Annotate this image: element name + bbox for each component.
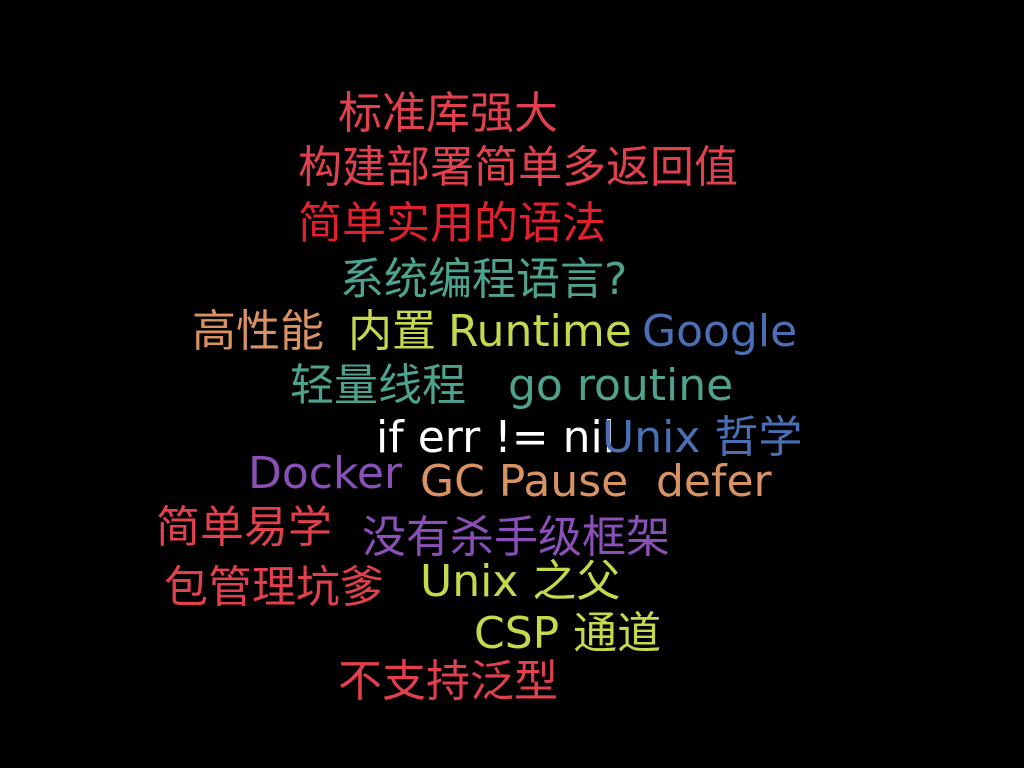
word-pkg-mgmt: 包管理坑爹	[164, 562, 384, 613]
word-simple-syntax: 简单实用的语法	[298, 198, 606, 249]
word-if-err: if err != nil	[376, 412, 615, 463]
word-lightweight: 轻量线程	[290, 360, 466, 411]
word-csp-channel: CSP 通道	[474, 608, 662, 659]
word-cloud: 标准库强大 构建部署简单多返回值 简单实用的语法 系统编程语言? 高性能 内置 …	[0, 0, 1024, 768]
word-unix-philosophy: Unix 哲学	[602, 412, 803, 463]
word-unix-father: Unix 之父	[420, 556, 621, 607]
word-systems-lang: 系统编程语言?	[340, 254, 628, 305]
word-high-perf: 高性能	[192, 306, 324, 357]
word-no-generics: 不支持泛型	[338, 656, 558, 707]
word-google: Google	[642, 306, 798, 357]
word-docker: Docker	[248, 448, 403, 499]
word-easy-learn: 简单易学	[156, 502, 332, 553]
word-runtime: Runtime	[448, 306, 632, 357]
word-builtin: 内置	[348, 306, 436, 357]
word-defer: defer	[656, 456, 772, 507]
word-gc-pause: GC Pause	[420, 456, 629, 507]
word-no-framework: 没有杀手级框架	[362, 512, 670, 563]
word-stdlib: 标准库强大	[338, 88, 558, 139]
word-goroutine: go routine	[508, 360, 734, 411]
word-build-deploy: 构建部署简单多返回值	[298, 142, 738, 193]
